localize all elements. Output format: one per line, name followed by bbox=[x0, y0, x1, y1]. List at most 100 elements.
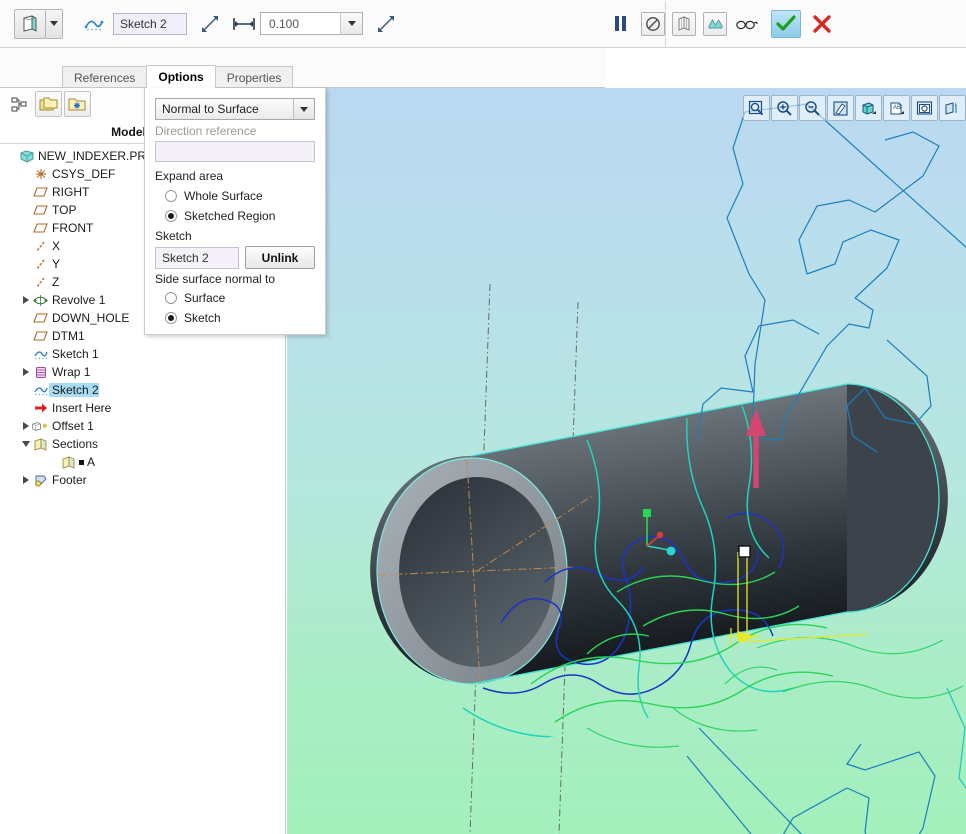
datum-axis-icon bbox=[32, 255, 49, 273]
accept-button[interactable] bbox=[771, 10, 801, 38]
tree-item-label: CSYS_DEF bbox=[49, 167, 115, 181]
radio-sketched-region[interactable]: Sketched Region bbox=[155, 206, 315, 225]
graphics-viewport[interactable]: 0.100 bbox=[287, 88, 966, 834]
thickness-dropdown[interactable] bbox=[340, 13, 362, 34]
radio-whole-surface[interactable]: Whole Surface bbox=[155, 186, 315, 205]
sketch-input[interactable]: Sketch 2 bbox=[155, 247, 239, 269]
csys-icon bbox=[32, 165, 49, 183]
viewport-toolbar: AB bbox=[743, 91, 966, 125]
tree-item-footer[interactable]: Footer bbox=[0, 471, 285, 489]
folder-settings-icon[interactable] bbox=[64, 91, 91, 117]
preview-geometry-icon[interactable] bbox=[672, 12, 696, 36]
expand-spacer bbox=[20, 237, 32, 255]
sketch-reference-field[interactable]: Sketch 2 bbox=[113, 13, 187, 35]
sketch-icon bbox=[32, 381, 49, 399]
sketch-icon bbox=[32, 345, 49, 363]
section-a-icon bbox=[60, 453, 77, 471]
datum-plane-icon bbox=[32, 201, 49, 219]
tree-item-label: NEW_INDEXER.PRT bbox=[35, 149, 153, 163]
radio-side-sketch[interactable]: Sketch bbox=[155, 308, 315, 327]
offset-type-select[interactable]: Normal to Surface bbox=[155, 98, 315, 120]
tree-structure-icon[interactable] bbox=[6, 91, 33, 117]
tab-references[interactable]: References bbox=[62, 66, 147, 88]
expand-collapsed-icon[interactable] bbox=[20, 363, 32, 381]
sketch-reference-value: Sketch 2 bbox=[120, 17, 167, 31]
offset-type-dropdown[interactable] bbox=[293, 99, 314, 119]
expand-spacer bbox=[20, 381, 32, 399]
direction-reference-label: Direction reference bbox=[155, 124, 315, 138]
expand-collapsed-icon[interactable] bbox=[20, 291, 32, 309]
expand-expanded-icon[interactable] bbox=[20, 435, 32, 453]
tree-item-sketch-2[interactable]: Sketch 2 bbox=[0, 381, 285, 399]
tree-item-label: X bbox=[49, 239, 60, 253]
display-style-icon[interactable] bbox=[855, 95, 882, 121]
drag-handle-square bbox=[739, 546, 750, 557]
tree-item-wrap-1[interactable]: Wrap 1 bbox=[0, 363, 285, 381]
radio-label: Sketched Region bbox=[184, 209, 275, 223]
offset-solid-icon[interactable] bbox=[14, 9, 46, 39]
radio-button[interactable] bbox=[165, 190, 177, 202]
saved-view-camera-icon[interactable] bbox=[911, 95, 938, 121]
sketch-wireframe-bottom-cyan bbox=[947, 688, 966, 806]
dashboard-action-bar bbox=[605, 0, 836, 47]
dashboard-tabs: References Options Properties bbox=[0, 48, 605, 88]
datum-display-icon[interactable] bbox=[939, 95, 966, 121]
zoom-area-icon[interactable] bbox=[743, 95, 770, 121]
flip-direction-icon[interactable] bbox=[197, 11, 223, 37]
datum-plane-icon bbox=[32, 327, 49, 345]
tree-item-a[interactable]: A bbox=[0, 453, 285, 471]
expand-spacer bbox=[20, 183, 32, 201]
radio-side-surface[interactable]: Surface bbox=[155, 288, 315, 307]
unlink-button[interactable]: Unlink bbox=[245, 246, 315, 269]
sketch-wireframe-bottom bbox=[687, 728, 966, 834]
annotation-display-icon[interactable]: AB bbox=[883, 95, 910, 121]
thickness-field[interactable]: 0.100 bbox=[260, 12, 363, 35]
datum-axis-icon bbox=[32, 237, 49, 255]
tree-item-label: Footer bbox=[49, 473, 87, 487]
expand-spacer bbox=[20, 399, 32, 417]
repaint-icon[interactable] bbox=[827, 95, 854, 121]
radio-button-selected[interactable] bbox=[165, 210, 177, 222]
radio-label: Sketch bbox=[184, 311, 221, 325]
preview-surface-icon[interactable] bbox=[703, 12, 727, 36]
svg-text:AB: AB bbox=[893, 105, 901, 111]
expand-collapsed-icon[interactable] bbox=[20, 417, 32, 435]
side-surface-label: Side surface normal to bbox=[155, 272, 315, 286]
expand-collapsed-icon[interactable] bbox=[20, 471, 32, 489]
tree-item-label: Revolve 1 bbox=[49, 293, 105, 307]
tab-properties[interactable]: Properties bbox=[215, 66, 294, 88]
reject-button[interactable] bbox=[808, 10, 836, 38]
datum-plane-icon bbox=[32, 309, 49, 327]
direction-reference-input[interactable] bbox=[155, 141, 315, 162]
radio-button-selected[interactable] bbox=[165, 312, 177, 324]
no-entry-icon[interactable] bbox=[641, 12, 665, 36]
part-icon bbox=[18, 147, 35, 165]
expand-spacer bbox=[20, 219, 32, 237]
tree-item-label: Offset 1 bbox=[49, 419, 94, 433]
tree-item-offset-1[interactable]: Offset 1 bbox=[0, 417, 285, 435]
preview-glasses-icon[interactable] bbox=[734, 11, 760, 37]
tree-item-label: Z bbox=[49, 275, 59, 289]
zoom-in-icon[interactable] bbox=[771, 95, 798, 121]
flip-direction-icon-2[interactable] bbox=[373, 11, 399, 37]
tree-item-label: Sections bbox=[49, 437, 98, 451]
tree-item-label: Insert Here bbox=[49, 401, 111, 415]
radio-label: Surface bbox=[184, 291, 225, 305]
tree-item-label: Y bbox=[49, 257, 60, 271]
zoom-out-icon[interactable] bbox=[799, 95, 826, 121]
expand-spacer bbox=[6, 147, 18, 165]
tab-label: Options bbox=[158, 70, 203, 84]
pause-icon[interactable] bbox=[615, 16, 626, 31]
tree-item-label: TOP bbox=[49, 203, 76, 217]
tree-item-insert-here[interactable]: Insert Here bbox=[0, 399, 285, 417]
expand-spacer bbox=[20, 273, 32, 291]
tree-item-sections[interactable]: Sections bbox=[0, 435, 285, 453]
tab-options[interactable]: Options bbox=[146, 65, 215, 88]
offset-feature-icon bbox=[32, 417, 49, 435]
folders-icon[interactable] bbox=[35, 91, 62, 117]
feature-type-dropdown[interactable] bbox=[46, 9, 63, 39]
sections-icon bbox=[32, 435, 49, 453]
tree-item-sketch-1[interactable]: Sketch 1 bbox=[0, 345, 285, 363]
expand-spacer bbox=[20, 327, 32, 345]
radio-button[interactable] bbox=[165, 292, 177, 304]
